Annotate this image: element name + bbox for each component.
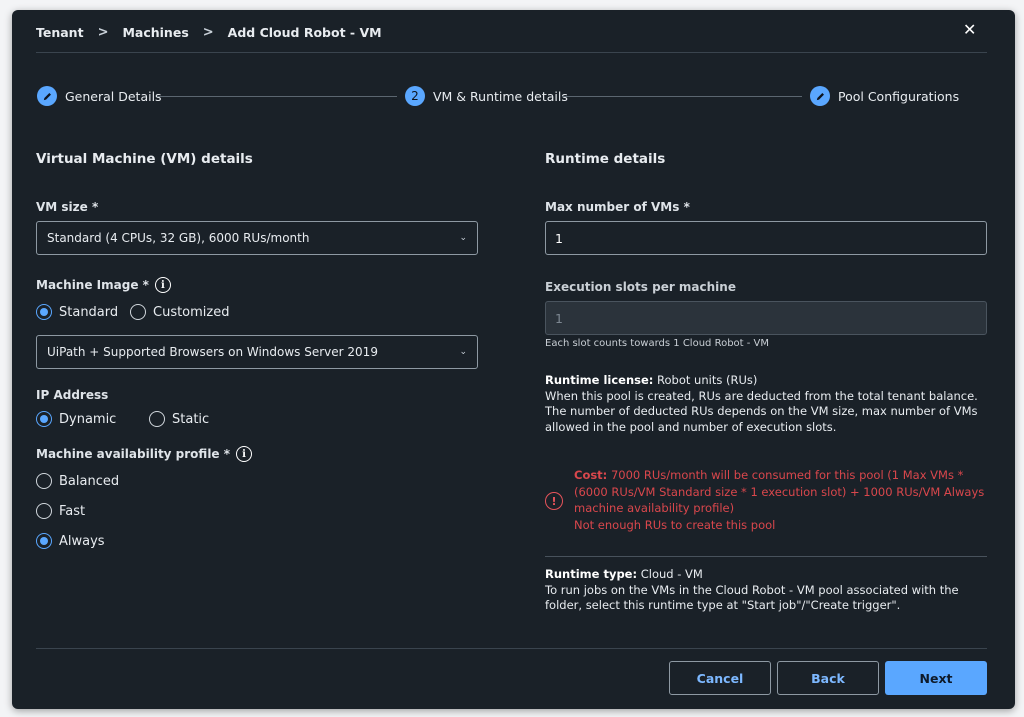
stepper-connector — [562, 96, 802, 97]
breadcrumb-current: Add Cloud Robot - VM — [227, 24, 382, 40]
radio-availability-balanced[interactable]: Balanced — [36, 473, 119, 489]
execution-slots-help: Each slot counts towards 1 Cloud Robot -… — [545, 338, 770, 349]
step-label: Pool Configurations — [838, 88, 960, 104]
back-button[interactable]: Back — [777, 661, 879, 695]
step-label: General Details — [65, 88, 162, 104]
pencil-icon — [810, 86, 830, 106]
radio-label: Fast — [59, 503, 86, 519]
divider — [545, 556, 987, 557]
execution-slots-label: Execution slots per machine — [545, 280, 736, 294]
step-vm-runtime-details[interactable]: 2 VM & Runtime details — [405, 86, 568, 106]
divider — [36, 52, 987, 53]
radio-dot — [36, 473, 52, 489]
cancel-button[interactable]: Cancel — [669, 661, 771, 695]
runtime-type-block: Runtime type: Cloud - VM To run jobs on … — [545, 567, 993, 614]
radio-dot — [36, 533, 52, 549]
radio-dot — [149, 411, 165, 427]
machine-image-label-text: Machine Image * — [36, 278, 149, 292]
radio-label: Static — [172, 411, 210, 427]
runtime-license-value: Robot units (RUs) — [657, 373, 758, 387]
step-number: 2 — [405, 86, 425, 106]
ip-address-label: IP Address — [36, 388, 109, 402]
max-vms-input[interactable]: 1 — [545, 221, 987, 255]
radio-availability-always[interactable]: Always — [36, 533, 105, 549]
radio-label: Customized — [153, 304, 230, 320]
radio-label: Balanced — [59, 473, 120, 489]
info-icon[interactable]: i — [154, 277, 171, 293]
radio-availability-fast[interactable]: Fast — [36, 503, 85, 519]
radio-label: Standard — [59, 304, 119, 320]
add-cloud-robot-dialog: Tenant > Machines > Add Cloud Robot - VM… — [12, 10, 1015, 709]
runtime-type-value: Cloud - VM — [640, 567, 703, 581]
vm-size-label: VM size * — [36, 200, 99, 214]
breadcrumb-tenant[interactable]: Tenant — [36, 25, 84, 40]
step-general-details[interactable]: General Details — [37, 86, 162, 106]
machine-image-label: Machine Image * i — [36, 277, 171, 293]
breadcrumb-machines[interactable]: Machines — [122, 25, 188, 40]
radio-label: Dynamic — [59, 411, 117, 427]
radio-dot — [36, 503, 52, 519]
runtime-license-desc: When this pool is created, RUs are deduc… — [545, 388, 978, 434]
cost-label: Cost: — [574, 468, 608, 482]
step-pool-configurations[interactable]: Pool Configurations — [810, 86, 959, 106]
next-button[interactable]: Next — [885, 661, 987, 695]
cost-text: 7000 RUs/month will be consumed for this… — [574, 468, 985, 515]
breadcrumb: Tenant > Machines > Add Cloud Robot - VM — [36, 23, 382, 41]
divider — [36, 648, 987, 649]
radio-ip-static[interactable]: Static — [149, 411, 209, 427]
chevron-right-icon: > — [202, 24, 214, 40]
machine-image-select[interactable]: UiPath + Supported Browsers on Windows S… — [36, 335, 478, 369]
step-label: VM & Runtime details — [433, 88, 568, 104]
radio-ip-dynamic[interactable]: Dynamic — [36, 411, 116, 427]
machine-image-value: UiPath + Supported Browsers on Windows S… — [47, 345, 378, 359]
radio-dot — [130, 304, 146, 320]
runtime-license-label: Runtime license: — [545, 373, 654, 387]
info-icon[interactable]: i — [236, 446, 253, 462]
radio-dot — [36, 304, 52, 320]
stepper-connector — [157, 96, 397, 97]
radio-image-standard[interactable]: Standard — [36, 304, 118, 320]
runtime-type-desc: To run jobs on the VMs in the Cloud Robo… — [545, 582, 959, 613]
radio-image-customized[interactable]: Customized — [130, 304, 230, 320]
cost-warning: Cost: 7000 RUs/month will be consumed fo… — [574, 467, 994, 533]
vm-section-title: Virtual Machine (VM) details — [36, 151, 253, 167]
runtime-license-block: Runtime license: Robot units (RUs) When … — [545, 373, 993, 435]
max-vms-label: Max number of VMs * — [545, 200, 690, 214]
pencil-icon — [37, 86, 57, 106]
chevron-down-icon: ⌄ — [459, 347, 467, 357]
radio-dot — [36, 411, 52, 427]
vm-size-select[interactable]: Standard (4 CPUs, 32 GB), 6000 RUs/month… — [36, 221, 478, 255]
vm-size-value: Standard (4 CPUs, 32 GB), 6000 RUs/month — [47, 231, 310, 245]
chevron-right-icon: > — [97, 24, 109, 40]
execution-slots-input: 1 — [545, 301, 987, 335]
radio-label: Always — [59, 533, 105, 549]
cost-error: Not enough RUs to create this pool — [574, 517, 776, 532]
availability-label: Machine availability profile * i — [36, 446, 253, 462]
close-icon[interactable]: ✕ — [963, 22, 977, 38]
chevron-down-icon: ⌄ — [459, 233, 467, 243]
runtime-type-label: Runtime type: — [545, 567, 638, 581]
runtime-section-title: Runtime details — [545, 151, 666, 167]
availability-label-text: Machine availability profile * — [36, 447, 231, 461]
error-icon: ! — [545, 492, 563, 510]
